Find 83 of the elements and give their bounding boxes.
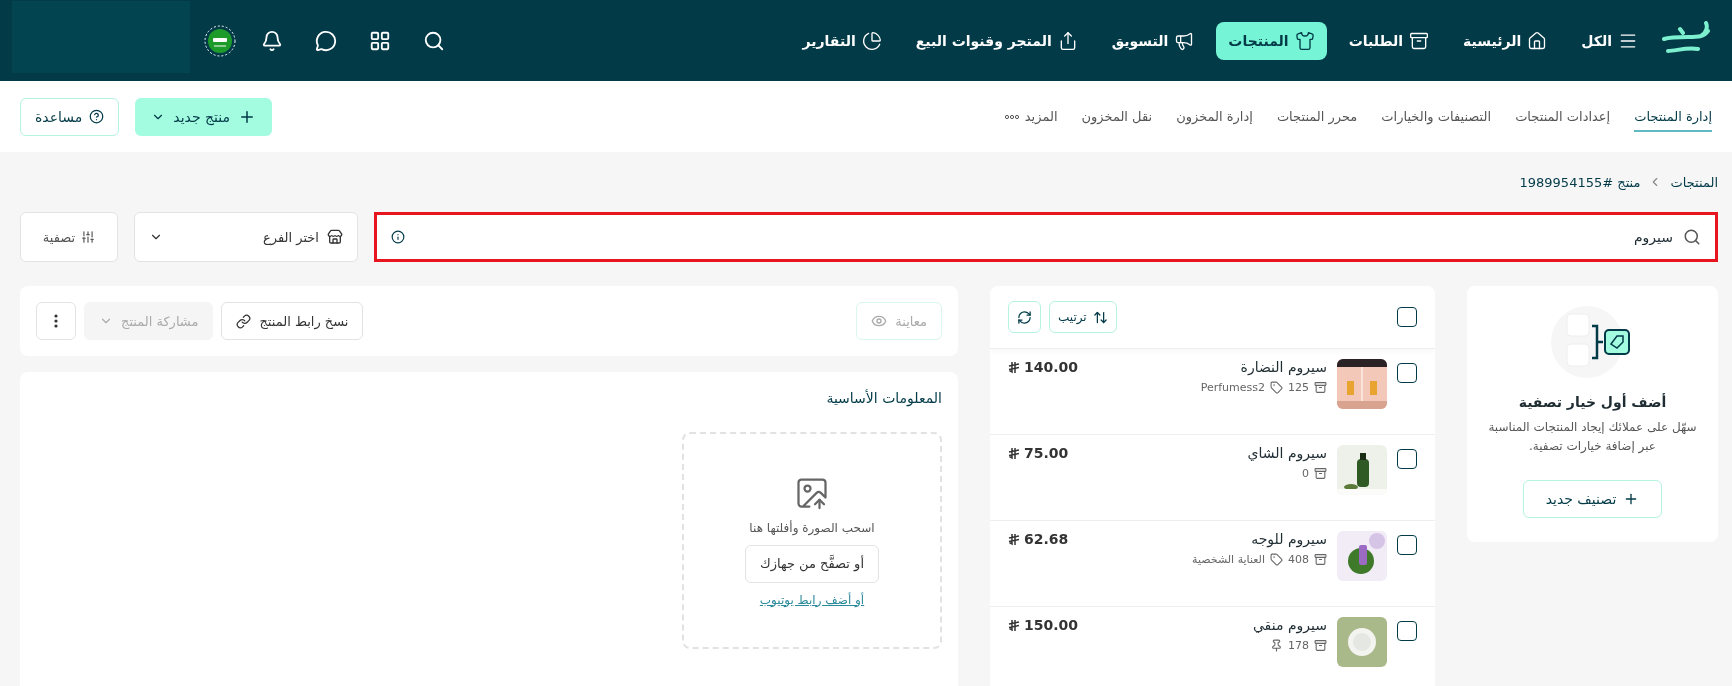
select-all-checkbox[interactable] [1397,307,1417,327]
nav-item[interactable]: الطلبات [1336,21,1442,60]
filter-card-title: أضف أول خيار تصفية [1518,394,1667,410]
product-checkbox[interactable] [1397,535,1417,555]
branch-dropdown[interactable]: اختر الفرع [134,212,358,262]
chat-button[interactable] [315,29,337,52]
stock-icon [1314,381,1327,394]
drop-hint: اسحب الصورة وأفلتها هنا [749,520,875,535]
stock-icon [1314,467,1327,480]
sort-icon [1092,309,1108,325]
section-title: المعلومات الأساسية [825,390,942,406]
product-tag: Perfumess2 [1200,381,1265,394]
image-drop-zone[interactable]: اسحب الصورة وأفلتها هنا أو تصفَّح من جهازك أو أضف رابط يوتيوب [682,432,942,649]
tab[interactable]: إعدادات المنتجات [1515,101,1611,132]
product-name: سيروم منقي [1251,617,1327,633]
nav-item[interactable]: الكل [1569,21,1650,60]
youtube-link[interactable]: أو أضف رابط يوتيوب [759,592,865,607]
nav-item[interactable]: التقارير [790,21,894,60]
house-icon [1527,30,1548,51]
stock-icon [1314,553,1327,566]
product-name: سيروم الشاي [1246,445,1327,461]
refresh-button[interactable] [1008,301,1041,333]
nav-item[interactable]: المتجر وقنوات البيع [903,21,1090,60]
search-icon [1683,228,1701,246]
store-icon [327,229,343,245]
product-name: سيروم للوجه [1250,531,1327,547]
refresh-icon [1017,309,1032,325]
shirt-icon [1294,30,1315,51]
tab[interactable]: نقل المخزون [1081,101,1153,132]
sort-button[interactable]: ترتيب [1049,301,1117,333]
stock-count: 178 [1288,639,1309,652]
help-icon [89,109,105,124]
copy-link-button[interactable]: نسخ رابط المنتج [221,302,364,340]
stock-count: 408 [1288,553,1309,566]
browse-button[interactable]: أو تصفَّح من جهازك [745,544,879,583]
riyal-icon [1008,618,1020,632]
product-name: سيروم النضارة [1239,359,1327,375]
product-price: 75.00 [1024,445,1069,461]
new-category-button[interactable]: تصنيف جديد [1522,480,1663,519]
tab[interactable]: إدارة المخزون [1176,101,1253,132]
riyal-icon [1008,360,1020,374]
nav-item[interactable]: التسويق [1099,21,1207,60]
riyal-icon [1008,446,1020,460]
filter-button[interactable]: تصفية [20,212,118,262]
help-button[interactable]: مساعدة [20,97,120,136]
stock-count: 125 [1288,381,1309,394]
search-bar[interactable]: سيروم [374,212,1718,262]
stock-icon [1314,639,1327,652]
tab[interactable]: المزيد [1004,101,1058,132]
flag-avatar-icon [204,24,236,57]
megaphone-icon [1174,30,1195,51]
product-checkbox[interactable] [1397,363,1417,383]
tab[interactable]: إدارة المنتجات [1634,101,1712,132]
more-icon [1004,114,1019,119]
breadcrumb-item: منتج #1989954155 [1519,174,1641,190]
sliders-icon [81,230,96,244]
stock-count: 0 [1302,467,1309,480]
product-tag: العناية الشخصية [1192,553,1265,566]
new-product-button[interactable]: منتج جديد [135,97,272,136]
search-field[interactable]: سيروم [413,228,1675,246]
product-price: 62.68 [1024,531,1069,547]
tab[interactable]: التصنيفات والخيارات [1381,101,1492,132]
riyal-icon [1008,532,1020,546]
tag-icon [1270,553,1283,566]
search-button[interactable] [423,29,445,52]
product-checkbox[interactable] [1397,621,1417,641]
apps-button[interactable] [369,29,391,52]
product-price: 150.00 [1024,617,1079,633]
info-icon [391,230,405,244]
link-icon [236,313,252,329]
tab[interactable]: محرر المنتجات [1276,101,1358,132]
breadcrumb-item[interactable]: المنتجات [1670,174,1718,190]
filter-card-description: سهّل على عملائك إيجاد المنتجات المناسبة عبر إضافة خيارات تصفية. [1487,419,1698,456]
eye-icon [871,313,888,329]
archive-icon [1409,30,1430,51]
notifications-button[interactable] [261,29,283,52]
nav-item[interactable]: المنتجات [1216,21,1327,60]
nav-item[interactable]: الرئيسية [1451,21,1560,60]
tag-icon [1270,381,1283,394]
product-checkbox[interactable] [1397,449,1417,469]
product-price: 140.00 [1024,359,1079,375]
pie-chart-icon [861,30,882,51]
kebab-icon [54,314,58,328]
